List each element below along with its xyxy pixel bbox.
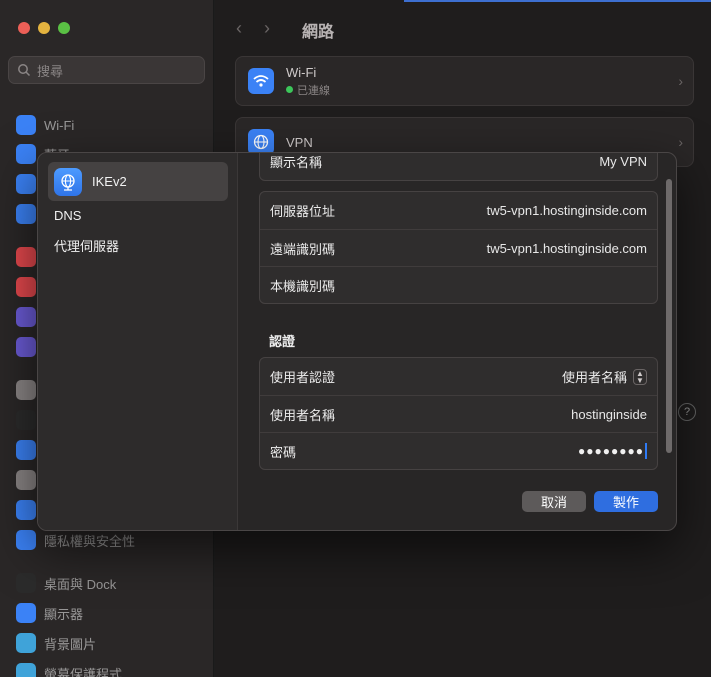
sidebar-item[interactable]: 隱私權與安全性 <box>16 529 135 551</box>
auth-section-title: 認證 <box>269 334 296 349</box>
sidebar-app-icon <box>16 337 36 357</box>
create-button[interactable]: 製作 <box>594 491 658 512</box>
zoom-window-button[interactable] <box>58 22 70 34</box>
sidebar-app-icon <box>16 144 36 164</box>
password-label: 密碼 <box>270 444 297 460</box>
display-name-row[interactable]: 顯示名稱 My VPN <box>260 153 657 180</box>
sidebar-app-icon <box>16 530 36 550</box>
sidebar-item-label: 隱私權與安全性 <box>44 533 136 549</box>
remote-id-field[interactable]: tw5-vpn1.hostinginside.com <box>487 241 647 256</box>
scrollbar[interactable] <box>666 179 672 453</box>
close-window-button[interactable] <box>18 22 30 34</box>
sidebar-app-icon <box>16 247 36 267</box>
display-name-label: 顯示名稱 <box>270 155 323 170</box>
window-controls <box>18 22 70 34</box>
nav-arrows: ‹ › <box>236 18 270 39</box>
dialog-content: 顯示名稱 My VPN 伺服器位址 tw5-vpn1.hostinginside… <box>239 153 676 530</box>
sidebar-app-icon <box>16 633 36 653</box>
sidebar-item[interactable]: Wi-Fi <box>16 114 74 136</box>
dialog-sidebar: IKEv2 DNS 代理伺服器 <box>38 153 238 530</box>
search-field[interactable]: 搜尋 <box>8 56 205 84</box>
sidebar-app-icon <box>16 440 36 460</box>
back-chevron-icon[interactable]: ‹ <box>236 18 242 39</box>
user-auth-value: 使用者名稱 <box>561 370 627 385</box>
auth-group: 使用者認證 使用者名稱 ▲ ▼ 使用者名稱 hostinginside 密碼 ●●… <box>259 357 658 470</box>
help-button[interactable]: ? <box>678 403 696 421</box>
sidebar-item[interactable]: 顯示器 <box>16 602 83 624</box>
local-id-label: 本機識別碼 <box>270 278 336 294</box>
display-name-group: 顯示名稱 My VPN <box>259 153 658 181</box>
username-row[interactable]: 使用者名稱 hostinginside <box>260 395 657 432</box>
sidebar-item[interactable]: 背景圖片 <box>16 632 96 654</box>
connected-status-dot <box>286 86 293 93</box>
sidebar-app-icon <box>16 573 36 593</box>
sidebar-app-icon <box>16 500 36 520</box>
sidebar-app-icon <box>16 115 36 135</box>
sidebar-item-label: 顯示器 <box>44 606 84 622</box>
sidebar-app-icon <box>16 470 36 490</box>
sidebar-app-icon <box>16 307 36 327</box>
sidebar-item-label: 背景圖片 <box>44 636 97 652</box>
password-field[interactable]: ●●●●●●●● <box>578 443 647 459</box>
sidebar-item-label: 桌面與 Dock <box>44 576 117 592</box>
sidebar-item-dns[interactable]: DNS <box>54 208 81 223</box>
window-accent-line <box>404 0 711 2</box>
text-cursor <box>645 443 647 459</box>
sidebar-item[interactable]: 螢幕保護程式 <box>16 662 122 677</box>
server-address-label: 伺服器位址 <box>270 204 336 219</box>
chevron-right-icon: › <box>678 73 683 89</box>
remote-id-row[interactable]: 遠端識別碼 tw5-vpn1.hostinginside.com <box>260 229 657 266</box>
wifi-status: 已連線 <box>297 84 330 97</box>
wifi-icon <box>248 68 274 94</box>
sidebar-app-icon <box>16 410 36 430</box>
search-placeholder: 搜尋 <box>37 63 64 79</box>
minimize-window-button[interactable] <box>38 22 50 34</box>
page-title: 網路 <box>302 24 335 41</box>
username-field[interactable]: hostinginside <box>571 407 647 422</box>
vpn-card-title: VPN <box>286 134 313 150</box>
sidebar-app-icon <box>16 603 36 623</box>
server-address-field[interactable]: tw5-vpn1.hostinginside.com <box>487 203 647 218</box>
sidebar-item-label: IKEv2 <box>92 174 127 189</box>
sidebar-app-icon <box>16 663 36 677</box>
sidebar-item[interactable]: 桌面與 Dock <box>16 572 116 594</box>
chevron-right-icon: › <box>678 134 683 150</box>
sidebar-app-icon <box>16 277 36 297</box>
user-auth-row[interactable]: 使用者認證 使用者名稱 ▲ ▼ <box>260 358 657 395</box>
wifi-card[interactable]: Wi-Fi 已連線 › <box>235 56 694 106</box>
sidebar-item-proxy[interactable]: 代理伺服器 <box>54 236 119 255</box>
wifi-card-title: Wi-Fi <box>286 64 317 80</box>
sidebar-app-icon <box>16 380 36 400</box>
globe-icon <box>54 167 82 196</box>
user-auth-label: 使用者認證 <box>270 370 336 385</box>
forward-chevron-icon[interactable]: › <box>264 18 270 39</box>
username-label: 使用者名稱 <box>270 407 336 423</box>
sidebar-app-icon <box>16 174 36 194</box>
display-name-value[interactable]: My VPN <box>599 154 647 169</box>
server-address-row[interactable]: 伺服器位址 tw5-vpn1.hostinginside.com <box>260 192 657 229</box>
user-auth-popup[interactable]: 使用者名稱 ▲ ▼ <box>562 367 647 386</box>
sidebar-item-ikev2[interactable]: IKEv2 <box>48 162 228 201</box>
search-icon <box>18 64 31 77</box>
server-group: 伺服器位址 tw5-vpn1.hostinginside.com 遠端識別碼 t… <box>259 191 658 304</box>
remote-id-label: 遠端識別碼 <box>270 241 336 257</box>
password-row[interactable]: 密碼 ●●●●●●●● <box>260 432 657 469</box>
updown-chevron-icon: ▲ ▼ <box>633 368 647 385</box>
cancel-button[interactable]: 取消 <box>522 491 586 512</box>
sidebar-item-label: 螢幕保護程式 <box>44 666 123 677</box>
vpn-config-dialog: IKEv2 DNS 代理伺服器 顯示名稱 My VPN 伺服器位址 tw5-vp… <box>37 152 677 531</box>
password-masked-value: ●●●●●●●● <box>578 444 644 458</box>
sidebar-item-label: Wi-Fi <box>44 117 75 133</box>
sidebar-app-icon <box>16 204 36 224</box>
local-id-row[interactable]: 本機識別碼 <box>260 266 657 303</box>
